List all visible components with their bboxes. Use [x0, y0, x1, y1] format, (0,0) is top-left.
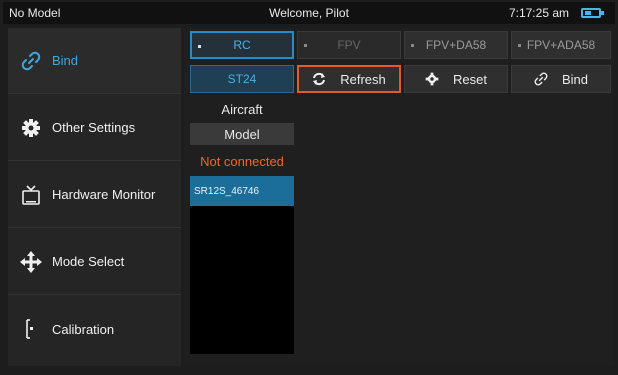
- sidebar-item-hardware-monitor[interactable]: Hardware Monitor: [8, 162, 181, 228]
- sidebar-item-other-settings[interactable]: Other Settings: [8, 95, 181, 161]
- bind-button[interactable]: Bind: [511, 65, 611, 93]
- aircraft-header: Aircraft: [221, 101, 263, 117]
- gear-icon: [425, 72, 439, 86]
- model-header: Model: [190, 123, 294, 145]
- sidebar-item-label: Mode Select: [52, 254, 125, 269]
- mode-label: FPV+ADA58: [526, 38, 596, 52]
- refresh-button[interactable]: Refresh: [297, 65, 401, 93]
- mode-label: RC: [233, 38, 251, 52]
- bind-panel: RC FPV FPV+DA58 FPV+ADA58 ST24 Refresh R…: [184, 28, 614, 366]
- battery-icon: [581, 8, 604, 18]
- link-icon: [20, 50, 42, 72]
- sidebar-item-label: Calibration: [52, 321, 115, 337]
- link-icon: [534, 72, 548, 86]
- sidebar-item-label: Bind: [52, 53, 79, 68]
- sidebar-item-label: Other Settings: [52, 120, 136, 135]
- reset-button[interactable]: Reset: [404, 65, 508, 93]
- refresh-label: Refresh: [340, 71, 386, 87]
- mode-label: FPV: [337, 38, 361, 52]
- monitor-icon: [20, 184, 42, 206]
- reset-label: Reset: [453, 71, 487, 87]
- refresh-icon: [312, 72, 326, 86]
- protocol-label: ST24: [227, 72, 257, 86]
- mode-button-fpv-da58[interactable]: FPV+DA58: [404, 31, 508, 59]
- status-bar: No Model Welcome, Pilot 7:17:25 am: [3, 2, 615, 24]
- move-arrows-icon: [20, 250, 42, 273]
- protocol-button-st24[interactable]: ST24: [190, 65, 294, 93]
- mode-button-fpv-ada58[interactable]: FPV+ADA58: [511, 31, 611, 59]
- sidebar: Bind Other Settings Hardware Monitor Mod…: [8, 28, 181, 366]
- app-frame: No Model Welcome, Pilot 7:17:25 am Bind …: [0, 0, 618, 375]
- sidebar-item-calibration[interactable]: Calibration: [8, 296, 181, 362]
- gear-icon: [20, 117, 42, 139]
- list-item[interactable]: SR12S_46746: [190, 176, 294, 206]
- mode-button-rc[interactable]: RC: [190, 31, 294, 59]
- mode-button-fpv[interactable]: FPV: [297, 31, 401, 59]
- connection-status: Not connected: [200, 153, 284, 169]
- mode-label: FPV+DA58: [425, 38, 487, 52]
- sidebar-item-bind[interactable]: Bind: [8, 28, 181, 94]
- aircraft-list: SR12S_46746: [190, 176, 294, 354]
- sidebar-item-mode-select[interactable]: Mode Select: [8, 229, 181, 295]
- bind-label: Bind: [561, 71, 589, 87]
- calibration-icon: [20, 318, 42, 340]
- clock: 7:17:25 am: [508, 6, 569, 20]
- sidebar-item-label: Hardware Monitor: [52, 187, 156, 202]
